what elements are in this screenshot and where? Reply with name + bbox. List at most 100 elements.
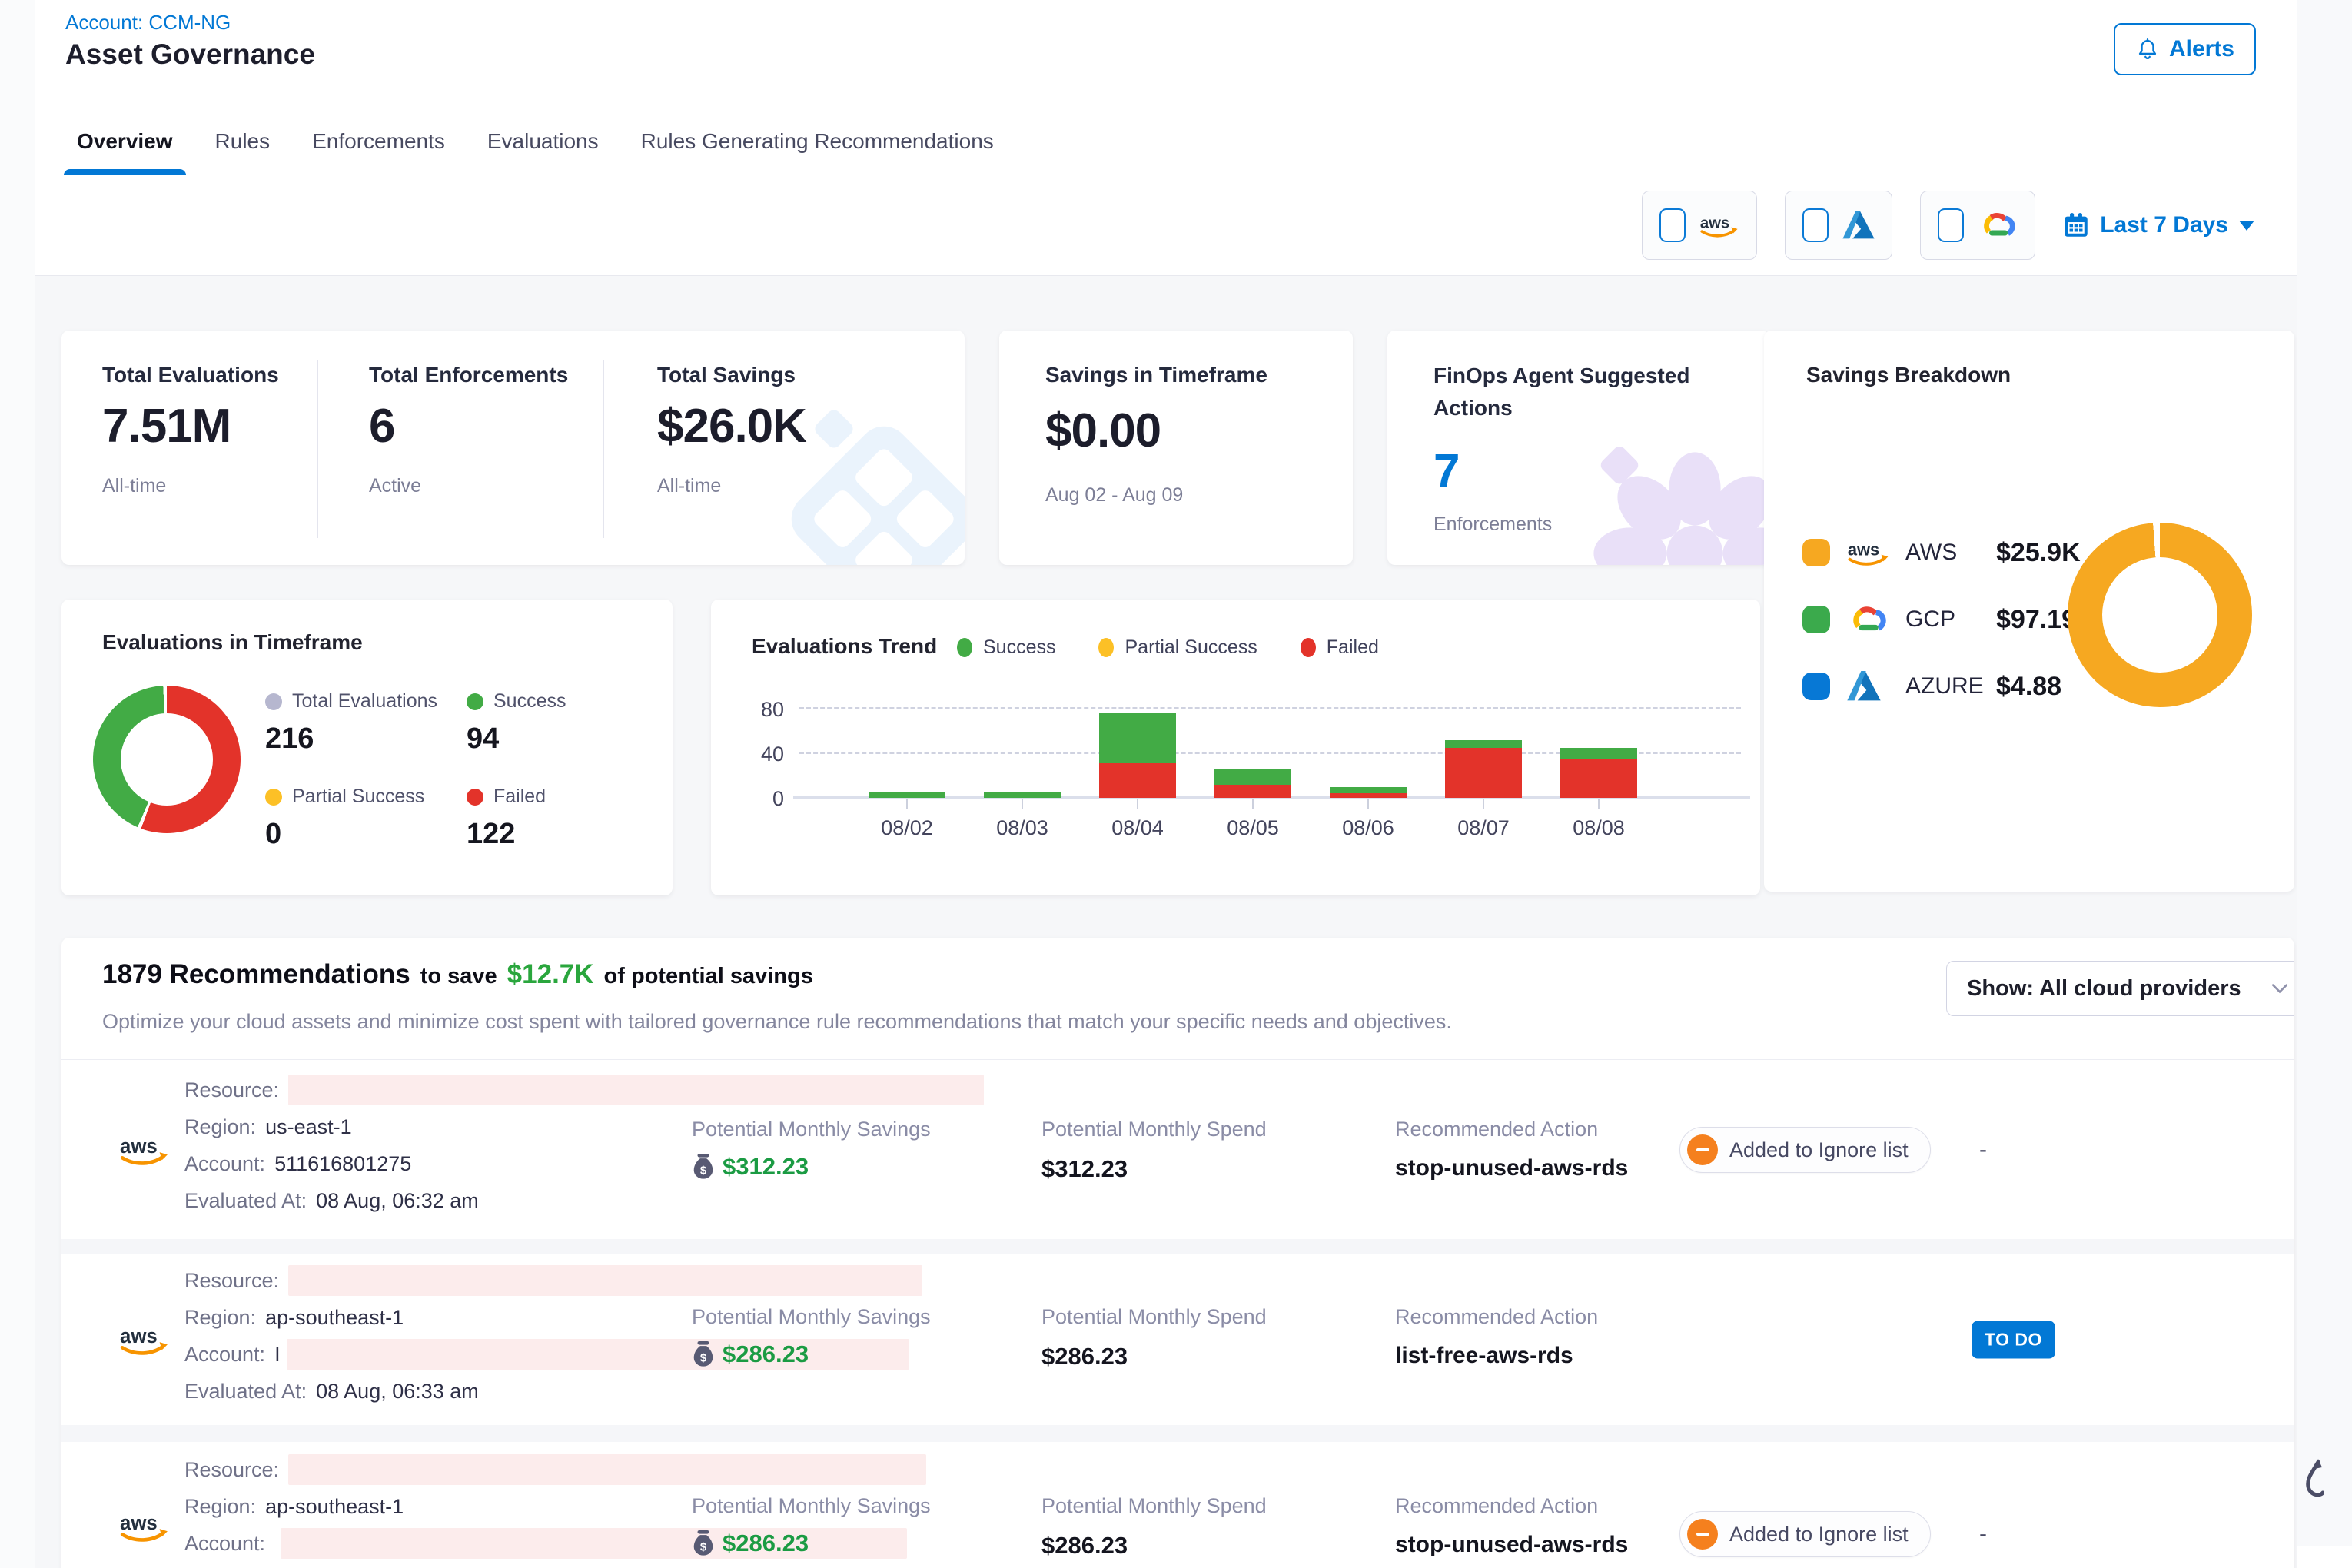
state-value: - xyxy=(1979,1521,1987,1547)
stat-value: 7.51M xyxy=(102,399,279,453)
stat-caption: Active xyxy=(369,475,568,497)
account-value: 511616801275 xyxy=(274,1152,411,1176)
bar-segment-success xyxy=(1099,713,1176,763)
action-column: Recommended Action list-free-aws-rds xyxy=(1395,1305,1598,1369)
card-title: Evaluations in Timeframe xyxy=(102,630,363,655)
stat-value: 6 xyxy=(369,399,568,453)
x-axis-tick xyxy=(1598,799,1600,809)
tab-overview[interactable]: Overview xyxy=(77,107,173,175)
account-breadcrumb[interactable]: Account: CCM-NG xyxy=(65,11,231,35)
trend-bar-08/02[interactable] xyxy=(869,792,945,798)
evaluations-timeframe-card: Evaluations in Timeframe Total Evaluatio… xyxy=(61,600,673,895)
azure-checkbox[interactable] xyxy=(1802,208,1829,242)
x-axis-label: 08/02 xyxy=(861,816,953,840)
resource-label: Resource: xyxy=(184,1458,279,1482)
legend-value: 216 xyxy=(265,723,437,756)
scroll-gutter xyxy=(2297,0,2352,1546)
bar-segment-failed xyxy=(1560,759,1637,798)
date-range-selector[interactable]: Last 7 Days xyxy=(2063,212,2254,238)
scroll-gutter-end xyxy=(2297,1546,2352,1568)
trend-bar-08/06[interactable] xyxy=(1330,787,1407,798)
column-header: Potential Monthly Savings xyxy=(692,1305,931,1329)
bar-segment-failed xyxy=(1099,763,1176,798)
recommendation-row[interactable]: aws Resource: Region:ap-southeast-1 Acco… xyxy=(61,1442,2294,1568)
y-axis-tick: 0 xyxy=(738,787,784,811)
legend-total-evaluations: Total Evaluations 216 xyxy=(265,690,437,756)
money-bag-icon: $ xyxy=(692,1340,715,1369)
todo-status-badge: TO DO xyxy=(1972,1321,2055,1359)
bar-segment-success xyxy=(1330,787,1407,794)
gcp-logo-icon xyxy=(1978,210,2018,241)
bar-segment-success xyxy=(984,792,1061,798)
column-header: Recommended Action xyxy=(1395,1305,1598,1329)
column-header: Recommended Action xyxy=(1395,1118,1628,1141)
trend-bars[interactable] xyxy=(799,709,1741,798)
recommendation-row[interactable]: aws Resource: Region:ap-southeast-1 Acco… xyxy=(61,1254,2294,1425)
savings-value: $286.23 xyxy=(723,1340,809,1368)
column-header: Potential Monthly Spend xyxy=(1041,1305,1267,1329)
svg-text:aws: aws xyxy=(1700,214,1729,231)
ignore-status-pill[interactable]: Added to Ignore list xyxy=(1679,1511,1931,1557)
spend-column: Potential Monthly Spend $286.23 xyxy=(1041,1494,1267,1560)
breakdown-row-aws: aws AWS $25.9K xyxy=(1802,531,2081,574)
y-axis-tick: 80 xyxy=(738,698,784,722)
stat-caption: Enforcements xyxy=(1433,513,1552,536)
x-axis-label: 08/04 xyxy=(1091,816,1184,840)
alerts-button[interactable]: Alerts xyxy=(2114,23,2256,75)
trend-bar-08/03[interactable] xyxy=(984,792,1061,798)
legend-label: Partial Success xyxy=(1125,636,1257,659)
gcp-logo-icon xyxy=(1847,603,1895,636)
cloud-provider-filter-dropdown[interactable]: Show: All cloud providers xyxy=(1946,961,2294,1016)
region-label: Region: xyxy=(184,1495,256,1519)
provider-filter-aws[interactable]: aws xyxy=(1642,191,1757,260)
spend-value: $286.23 xyxy=(1041,1532,1267,1560)
alerts-button-label: Alerts xyxy=(2169,36,2234,62)
gcp-swatch xyxy=(1802,606,1830,633)
state-value: - xyxy=(1979,1137,1987,1163)
stat-total-enforcements: Total Enforcements 6 Active xyxy=(369,363,568,497)
x-axis-tick xyxy=(906,799,908,809)
aws-swatch xyxy=(1802,539,1830,566)
evaluations-donut[interactable] xyxy=(93,686,241,833)
row-gap xyxy=(61,1239,2294,1254)
provider-filter-gcp[interactable] xyxy=(1920,191,2035,260)
evaluated-value: 08 Aug, 06:33 am xyxy=(316,1380,479,1404)
legend-dot xyxy=(957,638,972,657)
trend-bar-08/05[interactable] xyxy=(1214,769,1291,798)
trend-bar-08/08[interactable] xyxy=(1560,748,1637,798)
date-range-label: Last 7 Days xyxy=(2100,212,2228,238)
legend-label: Failed xyxy=(1327,636,1379,659)
provider-filter-azure[interactable] xyxy=(1785,191,1892,260)
legend-value: 0 xyxy=(265,818,424,851)
legend-label: Partial Success xyxy=(292,786,424,808)
legend-success: Success xyxy=(957,636,1055,659)
trend-bar-08/07[interactable] xyxy=(1445,740,1522,798)
recommendation-row[interactable]: aws Resource: Region:us-east-1 Account:5… xyxy=(61,1061,2294,1239)
gcp-checkbox[interactable] xyxy=(1938,208,1964,242)
x-axis-tick xyxy=(1483,799,1484,809)
title-text: to save xyxy=(420,964,497,989)
bell-icon xyxy=(2135,37,2160,61)
card-title: Savings in Timeframe xyxy=(1045,363,1267,387)
tab-rules[interactable]: Rules xyxy=(215,107,271,175)
savings-column: Potential Monthly Savings $$286.23 xyxy=(692,1494,931,1558)
column-header: Potential Monthly Spend xyxy=(1041,1494,1267,1518)
aws-checkbox[interactable] xyxy=(1659,208,1686,242)
bar-segment-success xyxy=(1214,769,1291,784)
trend-bar-08/04[interactable] xyxy=(1099,713,1176,798)
recommendations-subtitle: Optimize your cloud assets and minimize … xyxy=(102,1010,1452,1034)
divider xyxy=(61,1059,2294,1060)
aws-logo-icon: aws xyxy=(119,1132,170,1168)
redacted-resource xyxy=(288,1075,984,1105)
title-text: of potential savings xyxy=(604,964,813,989)
redacted-resource xyxy=(288,1265,922,1296)
tab-enforcements[interactable]: Enforcements xyxy=(312,107,445,175)
tab-rules-generating-recommendations[interactable]: Rules Generating Recommendations xyxy=(641,107,994,175)
svg-text:aws: aws xyxy=(120,1136,158,1158)
provider-amount: $25.9K xyxy=(1996,538,2081,568)
status-label: Added to Ignore list xyxy=(1729,1138,1909,1162)
page-header: Account: CCM-NG Asset Governance Alerts xyxy=(35,0,2297,108)
ignore-status-pill[interactable]: Added to Ignore list xyxy=(1679,1127,1931,1173)
tab-evaluations[interactable]: Evaluations xyxy=(487,107,599,175)
savings-breakdown-donut[interactable] xyxy=(2068,523,2252,707)
